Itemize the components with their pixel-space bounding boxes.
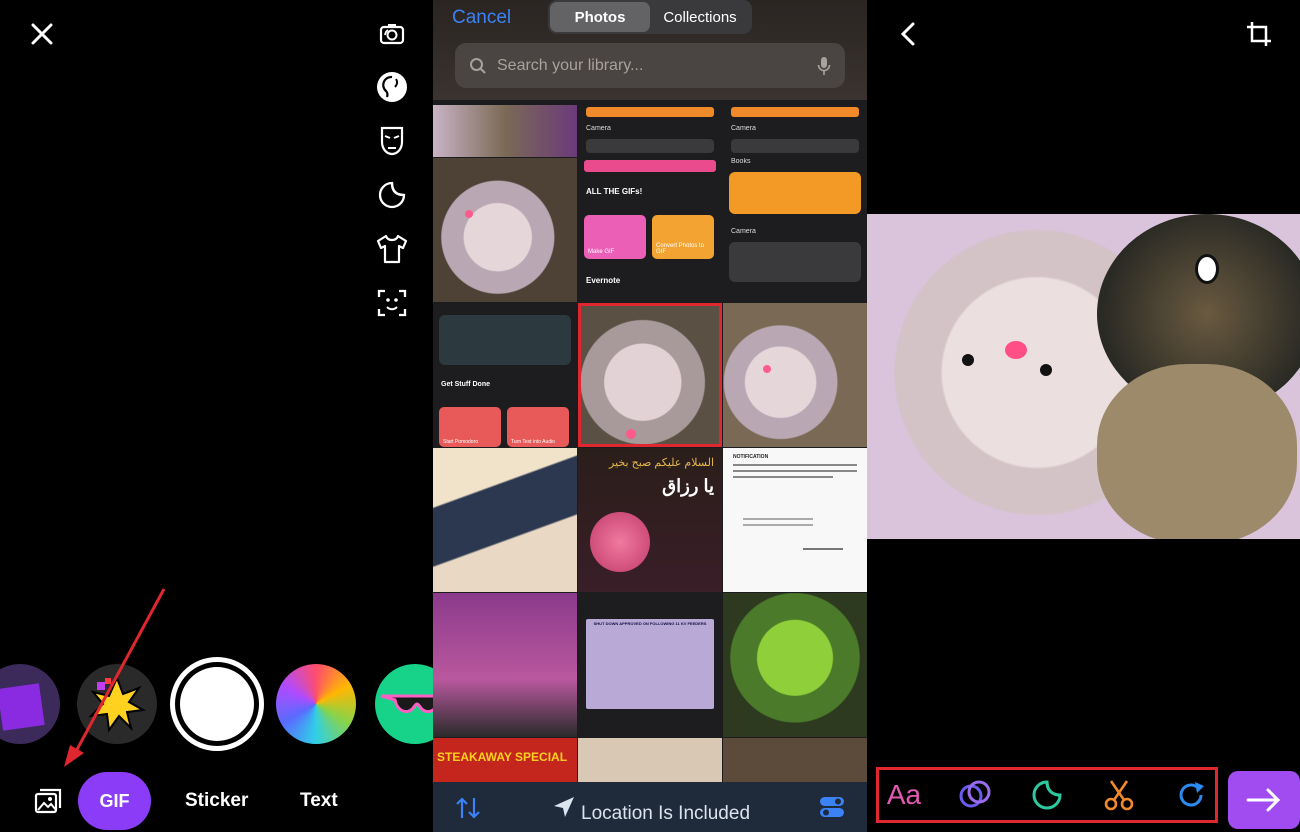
arrow-right-icon (1246, 788, 1281, 812)
thumb-text-evernote: Evernote (586, 276, 621, 285)
next-button[interactable] (1228, 771, 1300, 829)
gallery-icon[interactable] (32, 786, 64, 818)
location-label: Location Is Included (581, 803, 751, 824)
search-placeholder: Search your library... (497, 56, 644, 74)
camera-panel: GIF Sticker Text (0, 0, 433, 832)
photo-thumbnail[interactable]: Camera (723, 105, 867, 157)
photo-thumbnail[interactable]: ALL THE GIFs! Make GIF Convert Photos to… (578, 158, 722, 302)
photo-thumbnail[interactable]: السلام عليكم صبح بخير يا رزاق (578, 448, 722, 592)
photo-thumbnail[interactable] (433, 105, 577, 157)
thumb-text-banner: STEAKAWAY SPECIAL (437, 750, 568, 764)
photo-picker-panel: Cancel Photos Collections Search your li… (433, 0, 867, 832)
photo-thumbnail[interactable]: NOTIFICATION (723, 448, 867, 592)
toggle-icon[interactable] (819, 794, 845, 820)
text-tool-label: Aa (886, 779, 922, 810)
sticker-icon[interactable] (372, 175, 412, 215)
thumb-text-greeting: السلام عليكم صبح بخير (609, 457, 714, 469)
picker-header: Cancel Photos Collections Search your li… (433, 0, 867, 100)
back-chevron-icon[interactable] (893, 18, 923, 50)
crop-icon[interactable] (1244, 18, 1274, 50)
location-icon (554, 797, 574, 817)
search-field[interactable]: Search your library... (455, 43, 845, 88)
annotation-arrow (64, 588, 166, 767)
purple-lens[interactable] (0, 664, 60, 744)
source-segmented-control: Photos Collections (548, 0, 752, 34)
thumb-text-arabic: يا رزاق (662, 476, 714, 496)
tab-collections[interactable]: Collections (650, 2, 750, 32)
thumb-text-notice: NOTIFICATION (733, 454, 769, 460)
search-icon (470, 57, 486, 74)
mode-text[interactable]: Text (300, 790, 338, 812)
thumb-text-camera: Camera (586, 125, 611, 132)
face-scan-icon[interactable] (372, 283, 412, 323)
photo-thumbnail-selected[interactable] (578, 303, 722, 447)
scissors-icon[interactable] (1099, 775, 1139, 815)
photo-thumbnail[interactable] (433, 593, 577, 737)
text-tool[interactable]: Aa (882, 775, 926, 815)
mode-gif-label: GIF (99, 790, 130, 811)
editor-panel: Aa (867, 0, 1300, 832)
microphone-icon[interactable] (817, 56, 831, 76)
sort-icon[interactable] (455, 796, 481, 820)
shirt-icon[interactable] (372, 229, 412, 269)
sticker-icon[interactable] (1027, 775, 1067, 815)
photo-grid: Camera Camera ALL THE GIFs! Make GIF Con… (433, 105, 867, 785)
flip-camera-icon[interactable] (372, 14, 412, 54)
photo-thumbnail[interactable]: Get Stuff Done Start Pomodoro Turn Text … (433, 303, 577, 447)
thumb-text-books: Books (731, 158, 751, 165)
photo-thumbnail[interactable]: Books Camera (723, 158, 867, 302)
photo-thumbnail[interactable] (433, 158, 577, 302)
close-icon[interactable] (26, 18, 58, 50)
photo-preview (867, 214, 1300, 539)
thumb-text-table: SHUT DOWN APPROVED ON FOLLOWING 11 KV FE… (593, 621, 707, 626)
tab-photos[interactable]: Photos (550, 2, 650, 32)
photo-thumbnail[interactable] (433, 448, 577, 592)
photo-thumbnail[interactable]: Camera (578, 105, 722, 157)
link-icon[interactable] (955, 775, 995, 815)
photo-thumbnail[interactable]: STEAKAWAY SPECIAL (433, 738, 577, 785)
photo-thumbnail[interactable] (723, 738, 867, 785)
thumb-text-stuff: Get Stuff Done (441, 381, 490, 388)
mode-gif[interactable]: GIF (78, 772, 151, 830)
sunglasses-lens[interactable] (375, 664, 433, 744)
cancel-button[interactable]: Cancel (452, 7, 511, 29)
photo-thumbnail[interactable]: SHUT DOWN APPROVED ON FOLLOWING 11 KV FE… (578, 593, 722, 737)
photo-thumbnail[interactable] (723, 593, 867, 737)
lighting-icon[interactable] (372, 67, 412, 107)
rainbow-lens[interactable] (276, 664, 356, 744)
mode-sticker[interactable]: Sticker (185, 790, 248, 812)
redo-icon[interactable] (1171, 775, 1211, 815)
capture-button[interactable] (170, 657, 264, 751)
mask-icon[interactable] (372, 121, 412, 161)
thumb-text-gifs: ALL THE GIFs! (586, 187, 643, 196)
photo-thumbnail[interactable] (578, 738, 722, 785)
photo-thumbnail[interactable] (723, 303, 867, 447)
